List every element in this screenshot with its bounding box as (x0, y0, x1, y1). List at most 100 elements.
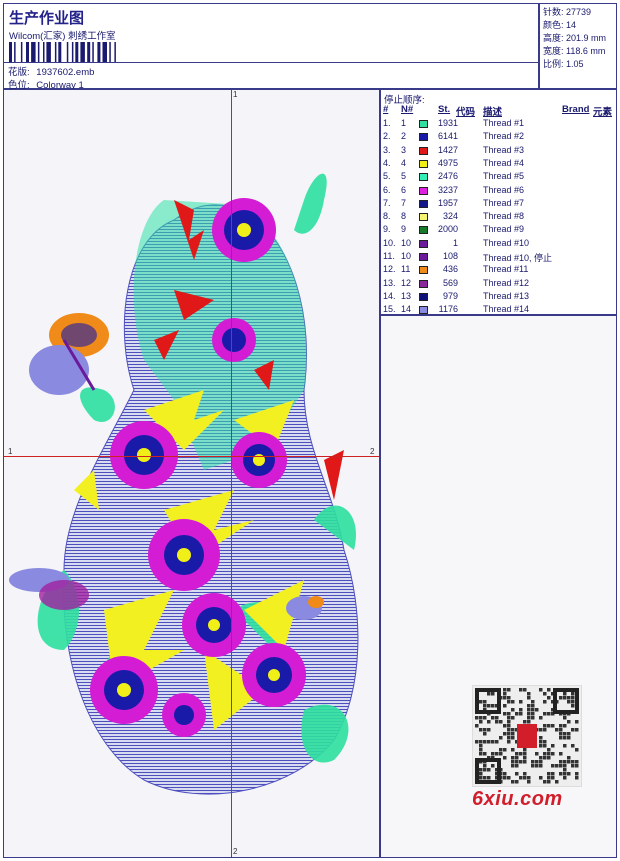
thread-row-needle: 10 (401, 251, 412, 261)
thread-row-needle: 13 (401, 290, 412, 301)
thread-row-stitches: 3237 (437, 184, 458, 195)
thread-row-description: Thread #11 (483, 264, 529, 275)
thread-row-stitches: 1931 (437, 118, 458, 128)
thread-row-description: Thread #7 (483, 197, 525, 208)
thread-row-number: 9. (383, 224, 391, 235)
axis-label-right: 2 (370, 447, 375, 456)
vertical-axis (231, 90, 232, 857)
stat-row: 颜色: 14 (543, 19, 616, 32)
thread-row-description: Thread #6 (483, 184, 525, 195)
thread-row-needle: 3 (401, 144, 407, 155)
thread-color-swatch (419, 120, 428, 128)
col-header-num: # (383, 104, 389, 115)
thread-color-swatch (419, 306, 428, 315)
watermark-logo: 6xiu.com (472, 788, 563, 810)
thread-row-needle: 10 (401, 237, 412, 248)
thread-color-swatch (419, 199, 428, 208)
stat-row: 针数: 27739 (543, 6, 616, 19)
thread-row-number: 14. (383, 290, 396, 301)
thread-row-stitches: 108 (442, 251, 458, 261)
thread-row-number: 11. (383, 251, 395, 261)
axis-label-bottom: 2 (233, 847, 238, 856)
thread-color-swatch (419, 253, 428, 261)
stat-label: 宽度: (543, 46, 564, 56)
thread-row-stitches: 324 (442, 211, 458, 222)
thread-row: 9. 9 2000 Thread #9 (381, 224, 618, 237)
studio-name: Wilcom(汇家) 刺绣工作室 (9, 31, 116, 42)
thread-row-number: 10. (383, 237, 396, 248)
thread-row-description: Thread #14 (483, 304, 530, 315)
thread-row-stitches: 1957 (437, 197, 458, 208)
thread-color-swatch (419, 133, 428, 142)
stat-label: 高度: (543, 33, 564, 43)
thread-row-description: Thread #4 (483, 157, 525, 168)
thread-row-stitches: 6141 (437, 131, 458, 142)
thread-row-description: Thread #12 (483, 277, 530, 288)
thread-row-needle: 7 (401, 197, 407, 208)
stat-value: 27739 (566, 7, 592, 17)
thread-color-swatch (419, 266, 428, 275)
stat-value: 201.9 mm (566, 33, 607, 43)
thread-row-stitches: 979 (442, 290, 458, 301)
stat-label: 针数: (543, 7, 564, 17)
col-header-code: 代码 (456, 107, 476, 118)
thread-row-needle: 9 (401, 224, 407, 235)
thread-row-needle: 4 (401, 157, 407, 168)
thread-row-description: Thread #1 (483, 118, 525, 128)
thread-row: 8. 8 324 Thread #8 (381, 211, 618, 224)
thread-color-swatch (419, 173, 428, 182)
thread-color-swatch (419, 146, 428, 155)
thread-row-needle: 8 (401, 211, 407, 222)
thread-row-number: 13. (383, 277, 396, 288)
thread-row-number: 12. (383, 264, 396, 275)
stat-row: 高度: 201.9 mm (543, 32, 616, 45)
thread-row-description: Thread #2 (483, 131, 525, 142)
thread-row-stitches: 1 (452, 237, 458, 248)
thread-row-needle: 12 (401, 277, 412, 288)
header-divider (4, 62, 538, 63)
horizontal-axis (4, 456, 379, 457)
thread-color-swatch (419, 292, 428, 301)
stat-row: 宽度: 118.6 mm (543, 45, 616, 58)
thread-row-stitches: 2000 (437, 224, 458, 235)
barcode (9, 42, 116, 62)
header-panel: 生产作业图 Wilcom(汇家) 刺绣工作室 花版: 1937602.emb 色… (3, 3, 539, 91)
thread-row-number: 6. (383, 184, 391, 195)
thread-row: 1. 1 1931 Thread #1 (381, 118, 618, 131)
thread-row: 14. 13 979 Thread #13 (381, 291, 618, 304)
embroidery-artwork (9, 173, 359, 795)
thread-row-number: 15. (383, 304, 396, 315)
thread-row-description: Thread #10 (483, 237, 530, 248)
axis-label-left: 1 (8, 447, 13, 456)
thread-color-swatch (419, 226, 428, 235)
thread-color-swatch (419, 239, 428, 248)
thread-color-swatch (419, 213, 428, 222)
thread-row: 12. 11 436 Thread #11 (381, 264, 618, 277)
thread-row-number: 7. (383, 197, 391, 208)
thread-row-needle: 11 (401, 264, 411, 275)
thread-color-swatch (419, 186, 428, 195)
thread-row-number: 2. (383, 131, 391, 142)
thread-row-needle: 14 (401, 304, 412, 315)
thread-row: 3. 3 1427 Thread #3 (381, 145, 618, 158)
thread-row-description: Thread #3 (483, 144, 525, 155)
thread-row: 10. 10 1 Thread #10 (381, 238, 618, 251)
thread-row-needle: 5 (401, 171, 407, 182)
axis-label-top: 1 (233, 90, 238, 99)
thread-row-number: 1. (383, 118, 391, 128)
col-header-st: St. (438, 104, 451, 115)
qr-code (472, 685, 582, 787)
col-header-brand: Brand (562, 104, 590, 115)
stat-value: 118.6 mm (566, 46, 606, 56)
thread-row: 7. 7 1957 Thread #7 (381, 198, 618, 211)
thread-row: 4. 4 4975 Thread #4 (381, 158, 618, 171)
design-preview: 1 2 1 2 (3, 89, 380, 858)
stat-value: 1.05 (566, 59, 584, 69)
stats-panel: 针数: 27739 颜色: 14 高度: 201.9 mm 宽度: 118.6 … (539, 3, 617, 89)
thread-color-swatch (419, 159, 428, 168)
thread-row-stitches: 569 (442, 277, 458, 288)
col-header-desc: 描述 (483, 107, 503, 118)
thread-row-stitches: 436 (442, 264, 458, 275)
thread-row-number: 3. (383, 144, 391, 155)
col-header-element: 元素 (593, 107, 613, 118)
